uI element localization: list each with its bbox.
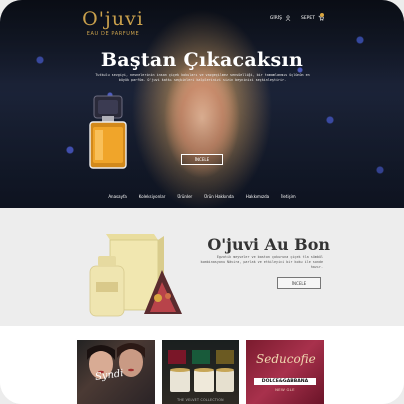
brand-logo[interactable]: O'juvi EAU DE PARFUME — [82, 8, 144, 37]
hero-overlay — [0, 0, 404, 208]
card-candles-image — [168, 350, 234, 392]
main-menu: Anasayfa Koleksiyonlar Ürünler Ürün Hakk… — [0, 194, 404, 199]
featured-title: O'juvi Au Bon — [207, 235, 330, 254]
featured-product-section: O'juvi Au Bon Egzotik meyveler ve baston… — [0, 208, 404, 326]
collection-card-2[interactable]: THE VELVET COLLECTION — [162, 340, 239, 404]
account-label: GİRİŞ — [269, 15, 282, 21]
card3-script-text: Seducofie — [256, 352, 316, 366]
featured-cta-button[interactable]: İNCELE — [277, 277, 321, 289]
cart-badge — [320, 13, 324, 17]
brand-name: O'juvi — [82, 8, 144, 30]
hero-description: Tutkulu sevgiyi, nesnelerinin insan çiçe… — [95, 73, 310, 82]
collection-card-3[interactable]: Seducofie DOLCE&GABBANA NEW GLE — [246, 340, 324, 404]
account-link[interactable]: GİRİŞ — [270, 15, 291, 21]
menu-item-products[interactable]: Ürünler — [177, 194, 192, 199]
page-frame: O'juvi EAU DE PARFUME GİRİŞ SEPET Baştan… — [0, 0, 404, 404]
menu-item-collections[interactable]: Koleksiyonlar — [139, 194, 166, 199]
hero-cta-button[interactable]: İNCELE — [181, 154, 223, 165]
collection-cards: Syndi THE VELVET COLLECTION Seducofie DO… — [0, 326, 404, 404]
collection-card-1[interactable]: Syndi — [77, 340, 155, 404]
hero-title: Baştan Çıkacaksın — [100, 49, 304, 71]
card3-subtext: NEW GLE — [275, 387, 295, 392]
menu-item-about[interactable]: Hakkımızda — [246, 194, 269, 199]
perfume-bottle-image — [89, 95, 127, 169]
card3-brand-text: DOLCE&GABBANA — [254, 378, 316, 385]
menu-item-product-about[interactable]: Ürün Hakkında — [204, 194, 234, 199]
top-nav: GİRİŞ SEPET — [270, 15, 324, 21]
menu-item-contact[interactable]: İletişim — [281, 194, 296, 199]
menu-item-home[interactable]: Anasayfa — [108, 194, 126, 199]
brand-tagline: EAU DE PARFUME — [86, 31, 140, 37]
product-box-image — [89, 234, 182, 317]
featured-description: Egzotik meyveler ve baston çokuruna çiçe… — [200, 255, 323, 269]
user-icon — [285, 15, 291, 21]
hero-banner: O'juvi EAU DE PARFUME GİRİŞ SEPET Baştan… — [0, 0, 404, 208]
card2-caption: THE VELVET COLLECTION — [177, 398, 224, 402]
cart-label: SEPET — [300, 15, 315, 21]
